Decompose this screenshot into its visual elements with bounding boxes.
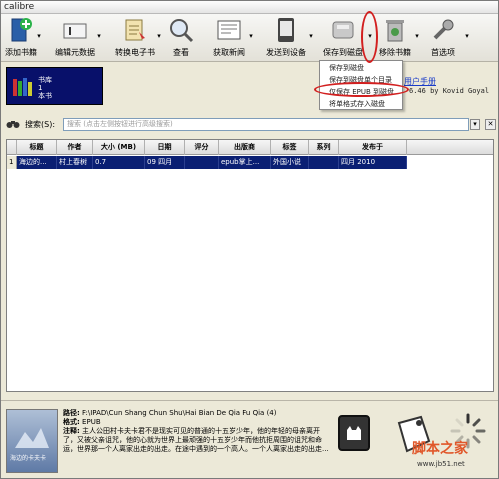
tag-browser-button[interactable]: [338, 415, 370, 451]
path-value[interactable]: F:\IPAD\Cun Shang Chun Shu\Hai Bian De Q…: [82, 409, 276, 417]
cover-landscape-icon: [15, 428, 49, 448]
wrench-icon: [433, 19, 454, 40]
cell-publisher[interactable]: epub掌上...: [219, 156, 271, 169]
cell-title[interactable]: 海边的...: [17, 156, 57, 169]
watermark-url: www.jb51.net: [417, 460, 465, 468]
add-books-dropdown-arrow-icon[interactable]: ▾: [35, 32, 43, 40]
cell-rating[interactable]: [185, 156, 219, 169]
fetch-news-button[interactable]: 获取新闻 ▾: [207, 16, 253, 60]
view-button[interactable]: 查看: [163, 16, 199, 60]
preferences-button[interactable]: 首选项 ▾: [423, 16, 469, 60]
fetch-news-dropdown-arrow-icon[interactable]: ▾: [247, 32, 255, 40]
cell-author[interactable]: 村上春树: [57, 156, 93, 169]
search-label: 搜索(S):: [25, 120, 56, 129]
magnifier-icon: [170, 19, 194, 43]
cell-tags[interactable]: 外国小说: [271, 156, 309, 169]
remove-books-button[interactable]: 移除书籍 ▾: [375, 16, 419, 60]
remove-books-label: 移除书籍: [379, 48, 411, 57]
save-disk-icon: [332, 21, 354, 39]
book-cover[interactable]: 海边的卡夫卡: [6, 409, 58, 473]
library-count: 1: [38, 84, 43, 92]
send-to-device-dropdown-arrow-icon[interactable]: ▾: [307, 32, 315, 40]
window-title: calibre: [4, 2, 35, 12]
cell-published[interactable]: 四月 2010: [339, 156, 407, 169]
trash-icon: [386, 20, 404, 42]
column-header-published[interactable]: 发布于: [339, 140, 407, 155]
library-label: 书库: [38, 76, 52, 84]
cell-series[interactable]: [309, 156, 339, 169]
search-dropdown-arrow-icon[interactable]: ▾: [470, 119, 480, 130]
user-manual-link[interactable]: 用户手册: [404, 76, 436, 87]
add-books-label: 添加书籍: [5, 48, 37, 57]
preferences-dropdown-arrow-icon[interactable]: ▾: [463, 32, 471, 40]
add-books-button[interactable]: 添加书籍 ▾: [3, 16, 41, 60]
ereader-device-icon: [278, 18, 294, 42]
watermark-logo: 脚本之家: [412, 441, 468, 457]
fetch-news-label: 获取新闻: [213, 48, 245, 57]
preferences-label: 首选项: [431, 48, 455, 57]
main-toolbar: 添加书籍 ▾ 编辑元数据 ▾ 转换电子书 ▾ 查看 获取新闻 ▾ 发送到设备 ▾: [1, 14, 498, 62]
title-bar: calibre: [1, 1, 498, 14]
column-header-title[interactable]: 标题: [17, 140, 57, 155]
format-label: 格式:: [63, 418, 80, 426]
calibre-window: calibre 添加书籍 ▾ 编辑元数据 ▾ 转换电子书 ▾ 查看 获取新闻 ▾: [0, 0, 499, 479]
search-bar: 搜索(S): 搜索 (点击左侧按钮进行高级搜索) ▾ ✕: [1, 116, 498, 132]
table-header: 标题 作者 大小 (MB) 日期 评分 出版商 标签 系列 发布于: [7, 140, 493, 155]
comments-label: 注释:: [63, 427, 80, 435]
cell-size[interactable]: 0.7: [93, 156, 145, 169]
path-label: 路径:: [63, 409, 80, 417]
library-button[interactable]: 书库 1 本书: [6, 67, 103, 105]
format-value[interactable]: EPUB: [82, 418, 101, 426]
menu-item-save-single-format[interactable]: 将单格式存入磁盘: [320, 99, 402, 110]
menu-item-save-to-disk[interactable]: 保存到磁盘: [320, 63, 402, 74]
edit-metadata-icon: [63, 23, 87, 39]
column-header-publisher[interactable]: 出版商: [219, 140, 271, 155]
highlight-circle-arrow: [361, 11, 378, 63]
column-header-author[interactable]: 作者: [57, 140, 93, 155]
edit-metadata-label: 编辑元数据: [55, 48, 95, 57]
book-list-table: 标题 作者 大小 (MB) 日期 评分 出版商 标签 系列 发布于 1 海边的.…: [6, 139, 494, 392]
add-books-icon: [11, 18, 32, 42]
row-number: 1: [7, 156, 17, 169]
row-number-header: [7, 140, 17, 155]
binoculars-icon[interactable]: [6, 119, 20, 129]
table-row[interactable]: 1 海边的... 村上春树 0.7 09 四月 epub掌上... 外国小说 四…: [7, 156, 407, 169]
edit-metadata-dropdown-arrow-icon[interactable]: ▾: [95, 32, 103, 40]
comments-value: 主人公田村卡夫卡君不是现实可见的普通的十五岁少年，他的年轻的母亲离开了，又被父亲…: [63, 427, 329, 453]
column-header-date[interactable]: 日期: [145, 140, 185, 155]
convert-books-icon: [125, 19, 145, 41]
clear-search-icon[interactable]: ✕: [485, 119, 496, 130]
convert-books-dropdown-arrow-icon[interactable]: ▾: [155, 32, 163, 40]
edit-metadata-button[interactable]: 编辑元数据 ▾: [49, 16, 101, 60]
convert-books-button[interactable]: 转换电子书 ▾: [109, 16, 161, 60]
remove-books-dropdown-arrow-icon[interactable]: ▾: [413, 32, 421, 40]
column-header-series[interactable]: 系列: [309, 140, 339, 155]
library-unit: 本书: [38, 92, 52, 100]
convert-books-label: 转换电子书: [115, 48, 155, 57]
column-header-size[interactable]: 大小 (MB): [93, 140, 145, 155]
send-to-device-label: 发送到设备: [266, 48, 306, 57]
version-text: 6.46 by Kovid Goyal: [409, 87, 490, 95]
book-metadata: 路径: F:\IPAD\Cun Shang Chun Shu\Hai Bian …: [63, 409, 331, 477]
cover-title: 海边的卡夫卡: [10, 455, 47, 462]
column-header-rating[interactable]: 评分: [185, 140, 219, 155]
column-header-tags[interactable]: 标签: [271, 140, 309, 155]
news-icon: [217, 20, 241, 40]
cat-icon: [347, 426, 361, 440]
send-to-device-button[interactable]: 发送到设备 ▾: [259, 16, 313, 60]
search-input[interactable]: 搜索 (点击左侧按钮进行高级搜索): [63, 118, 469, 131]
view-label: 查看: [173, 48, 189, 57]
highlight-circle-menu: [314, 82, 409, 97]
cell-date[interactable]: 09 四月: [145, 156, 185, 169]
books-icon: [13, 78, 32, 96]
